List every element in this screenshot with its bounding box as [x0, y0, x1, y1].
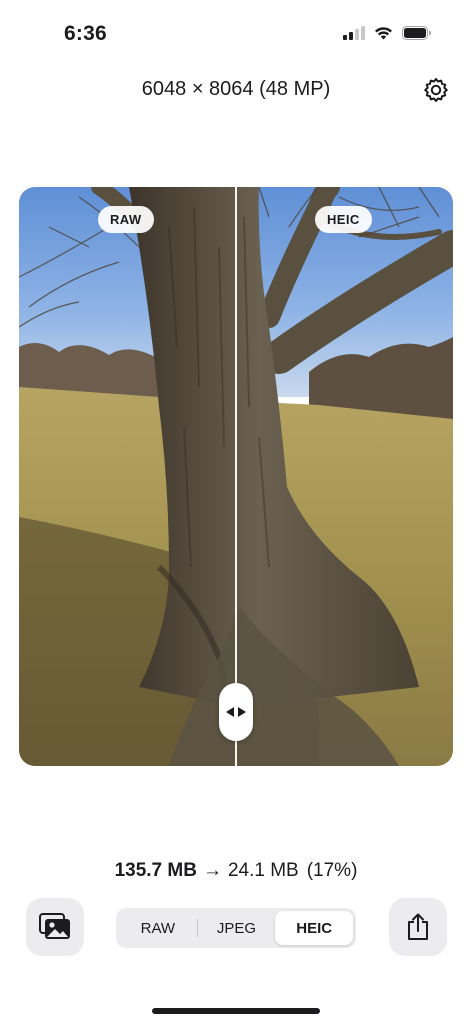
wifi-icon [375, 27, 392, 40]
raw-label: RAW [98, 206, 154, 233]
format-option-heic[interactable]: HEIC [275, 911, 354, 945]
comparison-divider [235, 187, 237, 766]
converted-size: 24.1 MB [227, 860, 299, 881]
format-option-raw[interactable]: RAW [119, 911, 197, 945]
original-size: 135.7 MB [114, 860, 197, 881]
cellular-signal-icon [343, 26, 365, 40]
gear-icon [424, 78, 448, 102]
divider-handle[interactable] [219, 683, 253, 741]
status-icons [343, 26, 432, 40]
status-time: 6:36 [64, 22, 107, 45]
settings-button[interactable] [420, 74, 452, 106]
home-indicator[interactable] [152, 1008, 320, 1014]
photo-library-icon [39, 913, 70, 939]
image-resolution: 6048 × 8064 (48 MP) [141, 78, 331, 100]
photo-library-button[interactable] [26, 898, 84, 956]
arrow-icon: → [202, 860, 222, 881]
battery-icon [402, 26, 431, 40]
comparison-photo[interactable]: RAW HEIC [19, 187, 453, 766]
size-percentage: (17%) [306, 860, 358, 881]
heic-label: HEIC [315, 206, 372, 233]
status-bar: 6:36 [0, 0, 472, 70]
format-segmented-control: RAW JPEG HEIC [116, 908, 356, 948]
format-option-jpeg[interactable]: JPEG [198, 911, 276, 945]
left-right-arrows-icon [226, 707, 246, 717]
file-size-summary: 135.7 MB → 24.1 MB (17%) [0, 860, 472, 882]
share-icon [408, 913, 428, 940]
share-button[interactable] [389, 898, 447, 956]
header: 6048 × 8064 (48 MP) [0, 76, 472, 106]
